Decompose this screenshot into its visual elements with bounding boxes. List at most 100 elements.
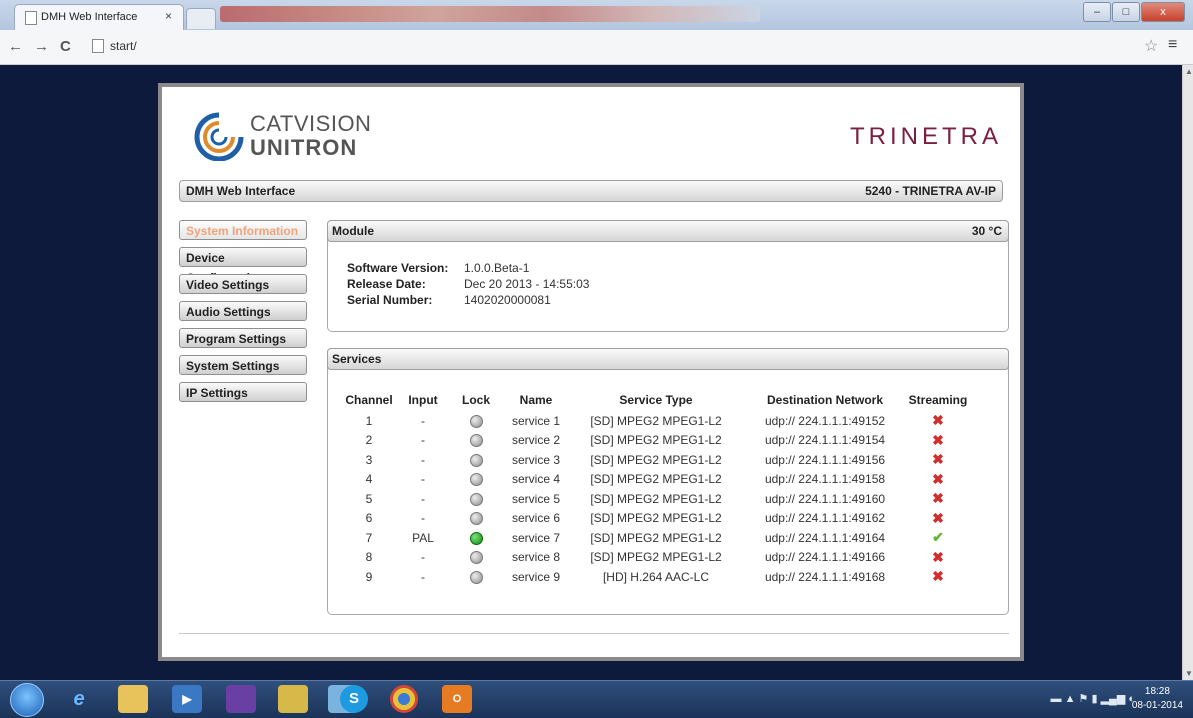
explorer-icon[interactable]	[118, 685, 148, 713]
back-icon[interactable]: ←	[8, 38, 23, 55]
scroll-down-icon[interactable]: ▼	[1185, 669, 1193, 678]
table-row: 6 - service 6 [SD] MPEG2 MPEG1-L2 udp:// 224…	[340, 509, 970, 529]
input-cell: -	[421, 413, 425, 428]
destination-cell: udp:// 224.1.1.1:49164	[764, 530, 886, 545]
name-cell: service 9	[511, 569, 561, 584]
content-frame: CATVISION UNITRON TRINETRA DMH Web Inter…	[158, 83, 1024, 661]
skype-icon[interactable]: S	[340, 685, 368, 713]
tab-title: DMH Web Interface	[41, 11, 138, 23]
browser-menu-icon[interactable]: ≡	[1168, 36, 1177, 54]
column-header-input: Input	[408, 393, 438, 407]
destination-cell: udp:// 224.1.1.1:49166	[764, 550, 886, 565]
serial-number-label: Serial Number:	[347, 293, 433, 307]
streaming-cell: ✔	[906, 528, 970, 548]
destination-cell: udp:// 224.1.1.1:49158	[764, 472, 886, 487]
services-header: Services	[327, 348, 1009, 370]
vs-icon[interactable]	[226, 685, 256, 713]
name-cell: service 7	[511, 530, 561, 545]
sidebar-item-ip-settings[interactable]: IP Settings	[179, 382, 307, 402]
sidebar-item-system-information[interactable]: System Information	[179, 220, 307, 240]
streaming-off-icon: ✖	[932, 412, 944, 429]
channel-cell: 2	[365, 433, 373, 448]
service-type-cell: [SD] MPEG2 MPEG1-L2	[590, 511, 722, 526]
address-text[interactable]: start/	[110, 39, 137, 53]
start-button[interactable]	[10, 683, 44, 717]
lock-cell	[448, 411, 504, 431]
lock-off-icon	[469, 570, 483, 584]
column-header-channel: Channel	[345, 393, 393, 407]
streaming-on-icon: ✔	[932, 529, 944, 546]
input-cell: -	[421, 472, 425, 487]
sidebar-item-audio-settings[interactable]: Audio Settings	[179, 301, 307, 321]
module-title: Module	[332, 224, 374, 238]
browser-titlebar: DMH Web Interface × – □ x	[0, 0, 1193, 31]
channel-cell: 5	[365, 491, 373, 506]
close-button[interactable]: x	[1141, 2, 1185, 22]
outlook-icon[interactable]: O	[442, 685, 472, 713]
channel-cell: 1	[365, 413, 373, 428]
maximize-button[interactable]: □	[1112, 2, 1140, 22]
lock-cell	[448, 567, 504, 587]
services-table: Channel Input Lock Name Service Type Des…	[340, 389, 970, 587]
logo-line1: CATVISION	[250, 111, 372, 136]
destination-cell: udp:// 224.1.1.1:49160	[764, 491, 886, 506]
streaming-cell: ✖	[906, 567, 970, 587]
ie-icon[interactable]: e	[64, 685, 94, 713]
streaming-cell: ✖	[906, 509, 970, 529]
name-cell: service 1	[511, 413, 561, 428]
table-row: 8 - service 8 [SD] MPEG2 MPEG1-L2 udp:// 224…	[340, 548, 970, 568]
service-type-cell: [SD] MPEG2 MPEG1-L2	[590, 413, 722, 428]
sidebar-item-program-settings[interactable]: Program Settings	[179, 328, 307, 348]
serial-number-value: 1402020000081	[464, 293, 551, 307]
name-cell: service 2	[511, 433, 561, 448]
input-cell: PAL	[412, 530, 434, 545]
windows-taskbar: e ▶ S O ▬ ▲ ⚑ ▮ ▂▄▆ ◐ 18:28 08-01-2014	[0, 680, 1193, 718]
bookmark-star-icon[interactable]: ☆	[1144, 36, 1158, 56]
sidebar-item-video-settings[interactable]: Video Settings	[179, 274, 307, 294]
sidebar-item-device-configuration[interactable]: Device Configuration	[179, 247, 307, 285]
table-row: 1 - service 1 [SD] MPEG2 MPEG1-L2 udp:// 224…	[340, 411, 970, 431]
table-row: 5 - service 5 [SD] MPEG2 MPEG1-L2 udp:// 224…	[340, 489, 970, 509]
streaming-off-icon: ✖	[932, 470, 944, 487]
new-tab-button[interactable]	[186, 8, 216, 29]
browser-tab[interactable]: DMH Web Interface ×	[14, 4, 184, 31]
sidebar-item-system-settings[interactable]: System Settings	[179, 355, 307, 375]
address-bar[interactable]: start/	[88, 35, 1128, 57]
name-cell: service 6	[511, 511, 561, 526]
forward-icon[interactable]: →	[34, 38, 49, 55]
streaming-off-icon: ✖	[932, 568, 944, 585]
name-cell: service 8	[511, 550, 561, 565]
destination-cell: udp:// 224.1.1.1:49152	[764, 413, 886, 428]
lock-off-icon	[469, 473, 483, 487]
services-title: Services	[332, 352, 382, 366]
name-cell: service 3	[511, 452, 561, 467]
service-type-cell: [SD] MPEG2 MPEG1-L2	[590, 530, 722, 545]
destination-cell: udp:// 224.1.1.1:49168	[764, 569, 886, 584]
streaming-cell: ✖	[906, 470, 970, 490]
service-type-cell: [SD] MPEG2 MPEG1-L2	[590, 491, 722, 506]
tab-close-icon[interactable]: ×	[165, 9, 172, 23]
header-device: 5240 - TRINETRA AV-IP	[865, 184, 996, 198]
streaming-cell: ✖	[906, 489, 970, 509]
header-bar: DMH Web Interface 5240 - TRINETRA AV-IP	[179, 180, 1003, 202]
streaming-cell: ✖	[906, 431, 970, 451]
minimize-button[interactable]: –	[1083, 2, 1111, 22]
release-date-value: Dec 20 2013 - 14:55:03	[464, 277, 590, 291]
destination-cell: udp:// 224.1.1.1:49156	[764, 452, 886, 467]
channel-cell: 8	[365, 550, 373, 565]
streaming-off-icon: ✖	[932, 509, 944, 526]
scroll-up-icon[interactable]: ▲	[1185, 67, 1193, 76]
input-cell: -	[421, 550, 425, 565]
media-icon[interactable]: ▶	[172, 685, 202, 713]
channel-cell: 6	[365, 511, 373, 526]
page-scrollbar[interactable]: ▲ ▼	[1182, 65, 1193, 680]
input-cell: -	[421, 569, 425, 584]
name-cell: service 5	[511, 491, 561, 506]
reload-icon[interactable]: C	[60, 38, 71, 55]
services-table-body: 1 - service 1 [SD] MPEG2 MPEG1-L2 udp:// 224…	[340, 411, 970, 587]
chrome-icon[interactable]	[390, 685, 418, 713]
table-row: 4 - service 4 [SD] MPEG2 MPEG1-L2 udp:// 224…	[340, 470, 970, 490]
lock-cell	[448, 509, 504, 529]
folder-icon[interactable]	[278, 685, 308, 713]
taskbar-clock[interactable]: 18:28 08-01-2014	[1132, 685, 1183, 713]
